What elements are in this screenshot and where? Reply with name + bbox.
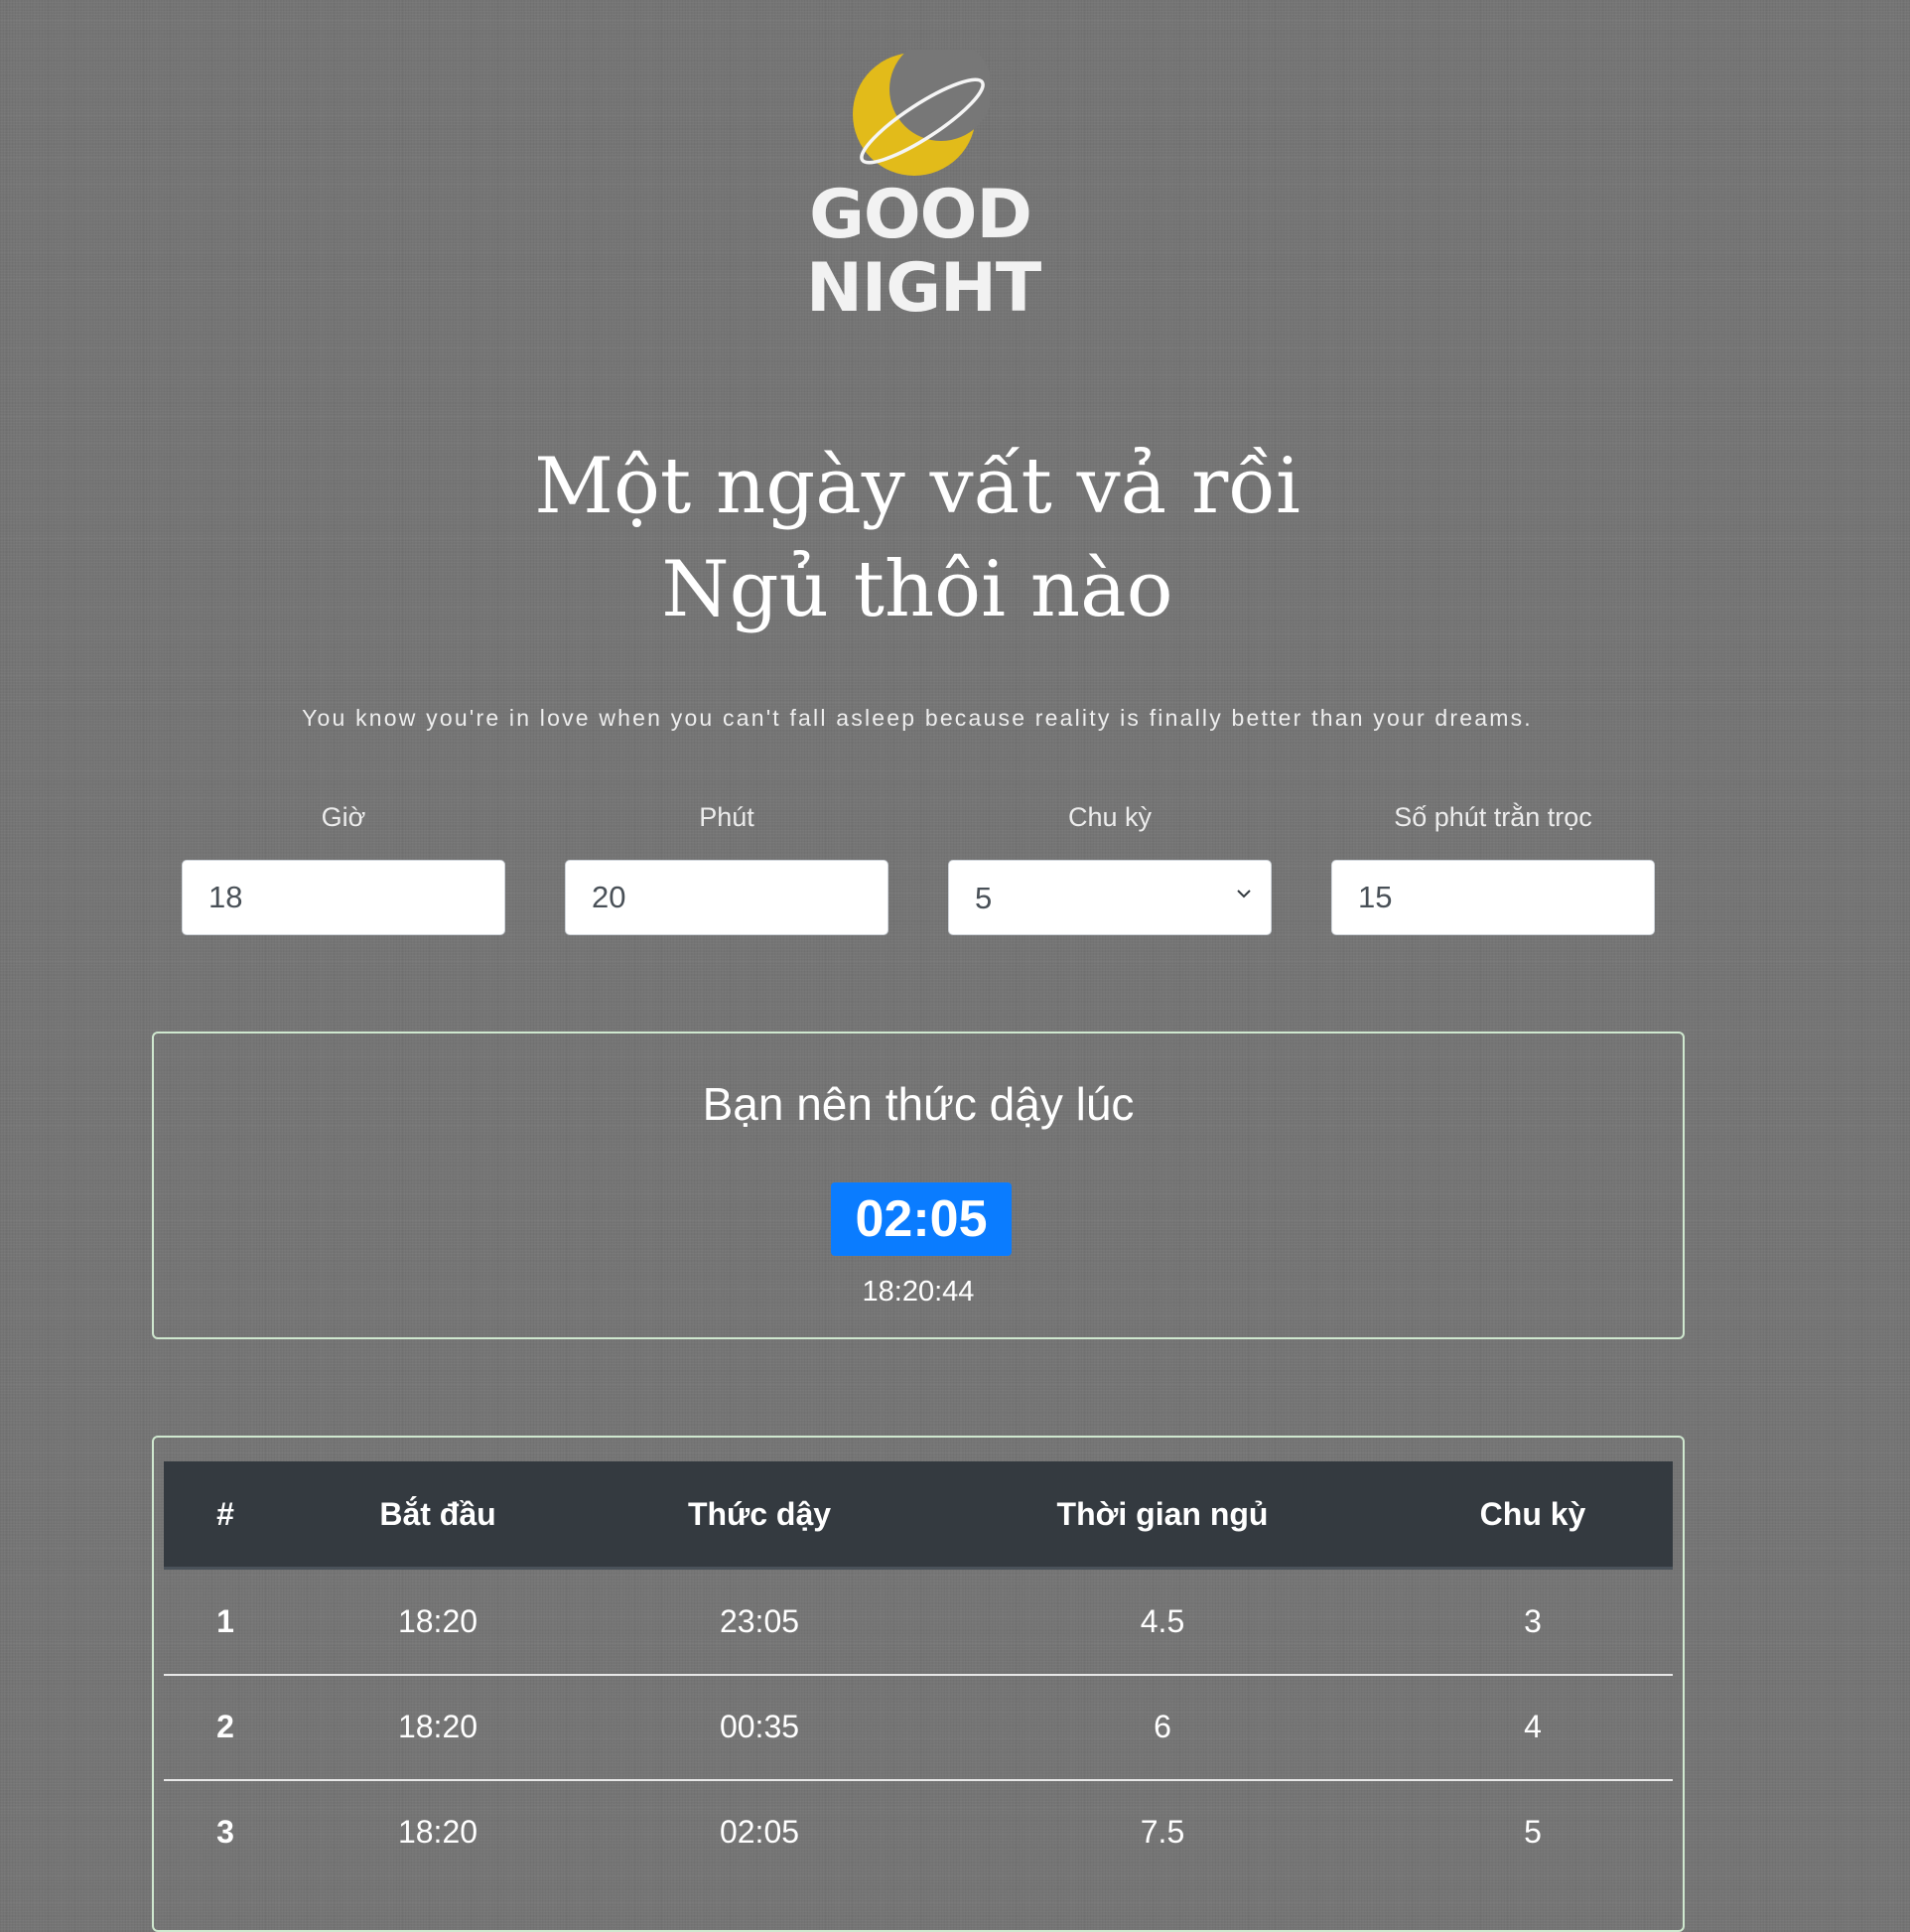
logo: GOOD NIGHT [806, 50, 1041, 328]
wake-time-badge: 02:05 [831, 1182, 1012, 1256]
love-quote: You know you're in love when you can't f… [302, 705, 1533, 731]
row-sleep-duration: 6 [1154, 1709, 1171, 1744]
page-title: Một ngày vất vả rồi Ngủ thôi nào [0, 435, 1835, 641]
result-title: Bạn nên thức dậy lúc [702, 1078, 1135, 1130]
row-index: 1 [216, 1603, 234, 1639]
row-wake-time: 23:05 [719, 1603, 800, 1639]
table-row: 3 18:20 02:05 7.5 5 [164, 1780, 1673, 1884]
logo-word-night: NIGHT [806, 249, 1041, 328]
row-cycles: 3 [1524, 1603, 1542, 1639]
cycles-select-wrapper: 5 [948, 860, 1272, 935]
row-start-time: 18:20 [397, 1814, 478, 1850]
column-header-sleep-duration: Thời gian ngủ [1056, 1496, 1269, 1532]
table-row: 1 18:20 23:05 4.5 3 [164, 1570, 1673, 1676]
logo-word-good: GOOD [809, 176, 1032, 254]
cycles-label: Chu kỳ [1067, 802, 1153, 832]
row-sleep-duration: 7.5 [1140, 1814, 1185, 1850]
headline-line-1: Một ngày vất vả rồi [534, 442, 1300, 531]
row-wake-time: 02:05 [719, 1814, 800, 1850]
column-header-wake: Thức dậy [687, 1496, 832, 1532]
column-header-index: # [216, 1496, 234, 1532]
row-index: 3 [216, 1814, 234, 1850]
headline-line-2: Ngủ thôi nào [661, 545, 1173, 634]
schedule-table: # Bắt đầu Thức dậy Thời gian ngủ Chu kỳ … [152, 1436, 1685, 1932]
row-cycles: 5 [1524, 1814, 1542, 1850]
toss-minutes-label: Số phút trằn trọc [1394, 802, 1592, 832]
hour-input[interactable] [182, 860, 505, 935]
row-wake-time: 00:35 [719, 1709, 800, 1744]
row-cycles: 4 [1524, 1709, 1542, 1744]
moon-icon [853, 50, 990, 176]
result-card: Bạn nên thức dậy lúc 02:05 18:20:44 [152, 1032, 1685, 1339]
minute-label: Phút [699, 802, 754, 832]
column-header-cycles: Chu kỳ [1479, 1496, 1586, 1532]
row-sleep-duration: 4.5 [1140, 1603, 1185, 1639]
table-row: 2 18:20 00:35 6 4 [164, 1675, 1673, 1781]
minute-input[interactable] [565, 860, 888, 935]
row-start-time: 18:20 [397, 1709, 478, 1744]
column-header-start: Bắt đầu [379, 1496, 496, 1532]
row-index: 2 [216, 1709, 234, 1744]
toss-minutes-input[interactable] [1331, 860, 1655, 935]
table-header: # Bắt đầu Thức dậy Thời gian ngủ Chu kỳ [164, 1461, 1673, 1570]
current-time: 18:20:44 [862, 1276, 975, 1308]
hour-label: Giờ [321, 802, 366, 832]
cycles-select[interactable]: 5 [948, 860, 1272, 935]
row-start-time: 18:20 [397, 1603, 478, 1639]
